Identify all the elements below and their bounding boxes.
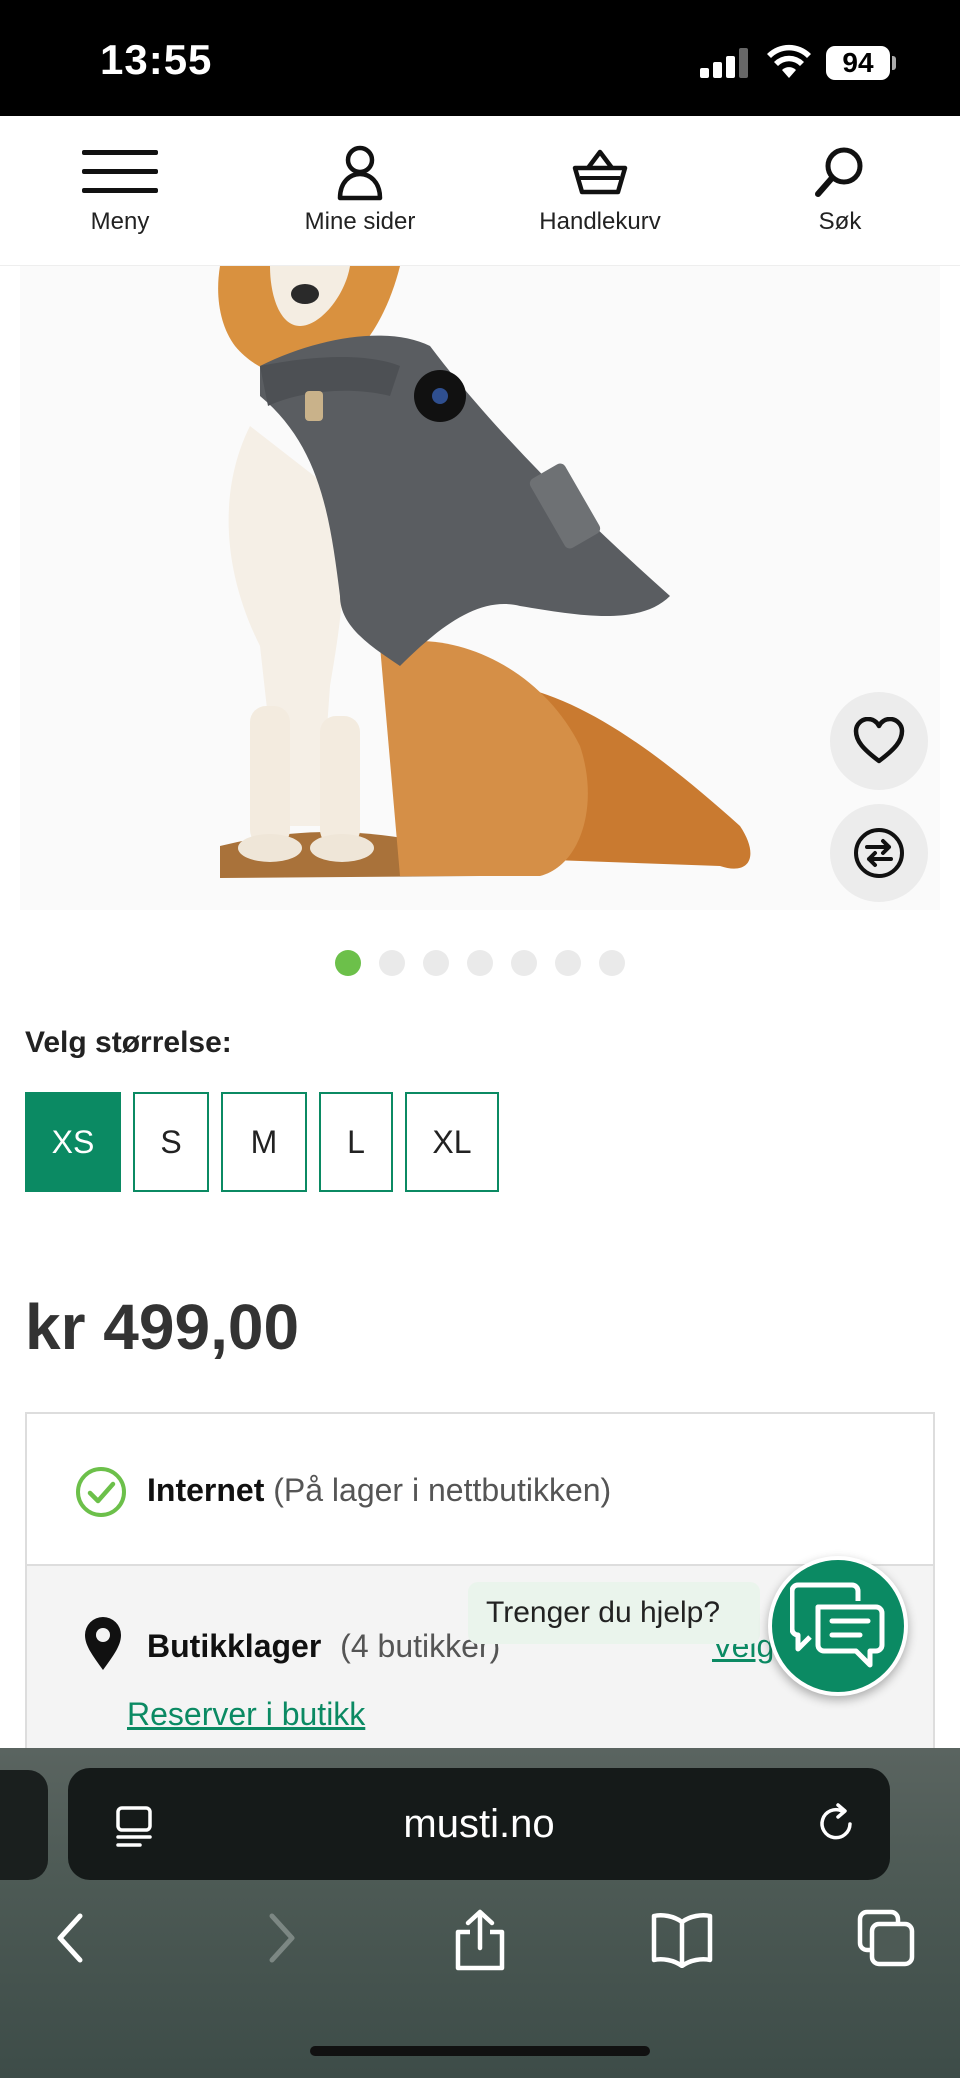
share-icon[interactable]: [452, 1908, 508, 1972]
carousel-pagination: [0, 950, 960, 976]
store-stock-text: Butikklager (4 butikker): [147, 1628, 500, 1665]
status-bar: 13:55 94: [0, 0, 960, 116]
carousel-dot[interactable]: [335, 950, 361, 976]
tabs-icon[interactable]: [856, 1908, 916, 1968]
internet-status: (På lager i nettbutikken): [273, 1472, 612, 1508]
size-option-m[interactable]: M: [221, 1092, 307, 1192]
cart-label: Handlekurv: [539, 208, 661, 235]
bookmarks-icon[interactable]: [650, 1908, 714, 1968]
carousel-dot[interactable]: [555, 950, 581, 976]
search-icon: [815, 147, 863, 197]
location-pin-icon: [85, 1617, 121, 1670]
help-bubble[interactable]: Trenger du hjelp?: [468, 1582, 761, 1644]
cart-button[interactable]: Handlekurv: [500, 142, 700, 236]
chat-icon: [790, 1582, 885, 1668]
carousel-dot[interactable]: [379, 950, 405, 976]
store-label: Butikklager: [147, 1628, 322, 1664]
chat-button[interactable]: [768, 1556, 908, 1696]
hamburger-icon: [82, 150, 158, 193]
home-indicator[interactable]: [310, 2046, 650, 2056]
product-image[interactable]: [20, 266, 940, 910]
forward-icon[interactable]: [260, 1908, 300, 1968]
cellular-signal-icon: [700, 48, 750, 78]
wifi-icon: [767, 44, 811, 78]
carousel-dot[interactable]: [599, 950, 625, 976]
search-button[interactable]: Søk: [740, 142, 940, 236]
compare-arrows-icon: [854, 828, 904, 878]
size-option-l[interactable]: L: [319, 1092, 393, 1192]
size-option-xs[interactable]: XS: [25, 1092, 121, 1192]
account-label: Mine sider: [304, 208, 416, 235]
account-button[interactable]: Mine sider: [260, 142, 460, 236]
heart-icon: [853, 717, 905, 764]
top-navigation: Meny Mine sider Handlekurv Søk: [0, 116, 960, 266]
size-selector-label: Velg størrelse:: [25, 1026, 232, 1059]
carousel-dot[interactable]: [423, 950, 449, 976]
carousel-dot[interactable]: [467, 950, 493, 976]
user-icon: [337, 145, 383, 201]
battery-indicator: 94: [826, 46, 890, 80]
browser-toolbar: musti.no: [0, 1748, 960, 2078]
reload-icon[interactable]: [814, 1802, 858, 1846]
dog-in-vest-illustration: [218, 266, 751, 878]
carousel-dot[interactable]: [511, 950, 537, 976]
basket-icon: [572, 149, 628, 195]
back-icon[interactable]: [52, 1908, 92, 1968]
internet-label: Internet: [147, 1472, 265, 1508]
status-time: 13:55: [100, 36, 213, 83]
url-text: musti.no: [403, 1802, 555, 1846]
internet-stock-row: Internet (På lager i nettbutikken): [27, 1414, 933, 1566]
internet-stock-text: Internet (På lager i nettbutikken): [147, 1472, 611, 1509]
menu-button[interactable]: Meny: [20, 142, 220, 236]
size-option-xl[interactable]: XL: [405, 1092, 499, 1192]
menu-label: Meny: [90, 208, 150, 235]
reserve-in-store-link[interactable]: Reserver i butikk: [127, 1696, 365, 1733]
product-price: kr 499,00: [25, 1291, 300, 1363]
battery-tip: [892, 56, 896, 70]
size-option-s[interactable]: S: [133, 1092, 209, 1192]
address-bar[interactable]: musti.no: [68, 1768, 890, 1880]
previous-tab-stub[interactable]: [0, 1770, 48, 1880]
favorite-button[interactable]: [830, 692, 928, 790]
search-label: Søk: [818, 208, 862, 235]
compare-button[interactable]: [830, 804, 928, 902]
check-circle-icon: [76, 1467, 126, 1517]
